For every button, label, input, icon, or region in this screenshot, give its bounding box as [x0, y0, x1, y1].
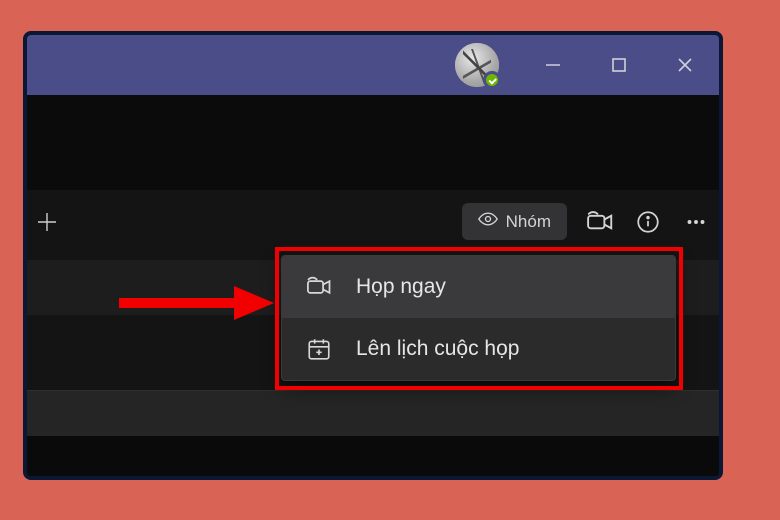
- add-tab-button[interactable]: [30, 205, 64, 239]
- video-camera-icon: [304, 272, 334, 302]
- meet-now-item[interactable]: Họp ngay: [282, 256, 675, 318]
- bottom-band: [27, 436, 719, 476]
- titlebar: [27, 35, 719, 95]
- group-visibility-label: Nhóm: [506, 212, 551, 232]
- meet-dropdown: Họp ngay Lên lịch cuộc họp: [281, 255, 676, 381]
- calendar-icon: [304, 334, 334, 364]
- header-strip: [27, 95, 719, 190]
- more-options-button[interactable]: [681, 207, 711, 237]
- channel-toolbar: Nhóm: [462, 203, 711, 240]
- window-close-button[interactable]: [661, 43, 709, 87]
- presence-badge-available: [483, 71, 501, 89]
- meet-button[interactable]: [585, 207, 615, 237]
- app-window: Nhóm Họp ngay: [23, 31, 723, 480]
- group-visibility-button[interactable]: Nhóm: [462, 203, 567, 240]
- content-area: Nhóm Họp ngay: [27, 95, 719, 476]
- info-button[interactable]: [633, 207, 663, 237]
- meet-now-label: Họp ngay: [356, 275, 446, 299]
- window-maximize-button[interactable]: [595, 43, 643, 87]
- eye-icon: [478, 209, 498, 234]
- window-minimize-button[interactable]: [529, 43, 577, 87]
- schedule-meeting-label: Lên lịch cuộc họp: [356, 337, 519, 361]
- schedule-meeting-item[interactable]: Lên lịch cuộc họp: [282, 318, 675, 380]
- avatar[interactable]: [455, 43, 499, 87]
